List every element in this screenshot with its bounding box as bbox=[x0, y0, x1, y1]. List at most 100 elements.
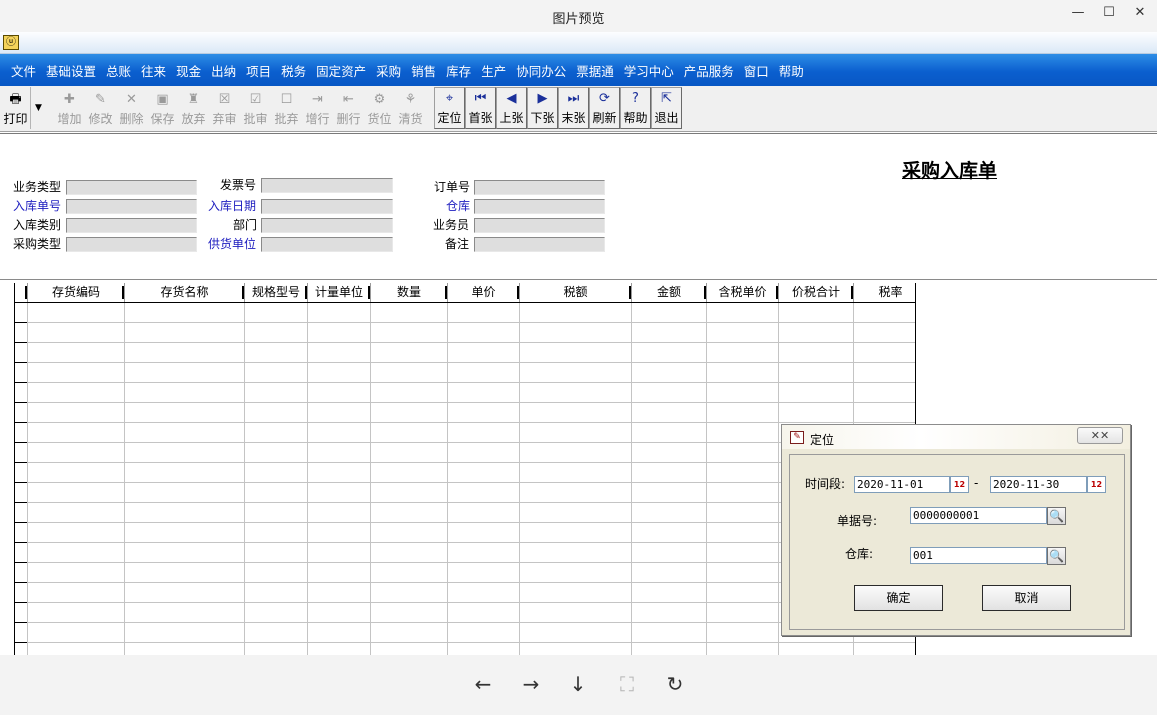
warehouse-field[interactable] bbox=[474, 199, 605, 214]
menu-item[interactable]: 税务 bbox=[281, 61, 306, 80]
table-row[interactable] bbox=[15, 563, 915, 583]
order-no-field[interactable] bbox=[474, 180, 605, 195]
menu-item[interactable]: 帮助 bbox=[779, 61, 804, 80]
toolbar-button[interactable]: ⟳ 刷新 bbox=[589, 87, 620, 129]
grid-column-header[interactable]: 数量 bbox=[371, 283, 448, 302]
maximize-button[interactable]: ☐ bbox=[1094, 4, 1124, 22]
menu-item[interactable]: 文件 bbox=[11, 61, 36, 80]
toolbar-button[interactable]: ☒ 弃审 bbox=[209, 87, 240, 129]
close-button[interactable]: ✕ bbox=[1125, 4, 1155, 22]
table-row[interactable] bbox=[15, 483, 915, 503]
table-row[interactable] bbox=[15, 303, 915, 323]
menu-item[interactable]: 往来 bbox=[141, 61, 166, 80]
invoice-no-field[interactable] bbox=[261, 178, 393, 193]
fit-screen-icon[interactable]: ⛶ bbox=[615, 672, 639, 696]
remark-field[interactable] bbox=[474, 237, 605, 252]
in-date-field[interactable] bbox=[261, 199, 393, 214]
grid-column-header[interactable]: 单价 bbox=[448, 283, 520, 302]
menu-item[interactable]: 票据通 bbox=[576, 61, 614, 80]
menu-item[interactable]: 现金 bbox=[176, 61, 201, 80]
toolbar-button[interactable]: ⏮ 首张 bbox=[465, 87, 496, 129]
table-row[interactable] bbox=[15, 583, 915, 603]
toolbar-button[interactable]: ☐ 批弃 bbox=[271, 87, 302, 129]
in-no-field[interactable] bbox=[66, 199, 197, 214]
doc-no-search-icon[interactable]: 🔍 bbox=[1047, 507, 1066, 525]
toolbar-button[interactable]: ▣ 保存 bbox=[147, 87, 178, 129]
biz-type-field[interactable] bbox=[66, 180, 197, 195]
table-row[interactable] bbox=[15, 643, 915, 655]
toolbar-button[interactable]: ⏭ 末张 bbox=[558, 87, 589, 129]
toolbar-button[interactable]: ✚ 增加 bbox=[54, 87, 85, 129]
toolbar-button[interactable]: ✎ 修改 bbox=[85, 87, 116, 129]
toolbar-button[interactable]: ✕ 删除 bbox=[116, 87, 147, 129]
cancel-button[interactable]: 取消 bbox=[982, 585, 1071, 611]
toolbar-button[interactable]: ⇱ 退出 bbox=[651, 87, 682, 129]
table-row[interactable] bbox=[15, 423, 915, 443]
print-button[interactable]: 🖶 打印 bbox=[1, 87, 30, 129]
minimize-button[interactable]: — bbox=[1063, 4, 1093, 22]
next-arrow-icon[interactable]: → bbox=[519, 672, 543, 696]
toolbar-button[interactable]: ? 帮助 bbox=[620, 87, 651, 129]
menu-item[interactable]: 生产 bbox=[481, 61, 506, 80]
calendar-from-icon[interactable]: 12 bbox=[950, 476, 969, 493]
table-row[interactable] bbox=[15, 463, 915, 483]
dialog-close-button[interactable]: ✕✕ bbox=[1077, 427, 1123, 444]
table-row[interactable] bbox=[15, 403, 915, 423]
menu-item[interactable]: 基础设置 bbox=[46, 61, 96, 80]
toolbar-button[interactable]: ⌖ 定位 bbox=[434, 87, 465, 129]
grid-column-header[interactable]: 规格型号 bbox=[245, 283, 308, 302]
previous-arrow-icon[interactable]: ← bbox=[471, 672, 495, 696]
table-row[interactable] bbox=[15, 543, 915, 563]
toolbar-button[interactable]: ◀ 上张 bbox=[496, 87, 527, 129]
grid-column-header[interactable]: 存货名称 bbox=[125, 283, 245, 302]
grid-column-header[interactable]: 税率 bbox=[854, 283, 915, 302]
grid-column-header[interactable]: 存货编码 bbox=[28, 283, 125, 302]
menu-item[interactable]: 协同办公 bbox=[516, 61, 566, 80]
dept-field[interactable] bbox=[261, 218, 393, 233]
toolbar-button[interactable]: ⚘ 清货 bbox=[395, 87, 426, 129]
menu-item[interactable]: 项目 bbox=[246, 61, 271, 80]
table-row[interactable] bbox=[15, 523, 915, 543]
purchase-type-field[interactable] bbox=[66, 237, 197, 252]
table-row[interactable] bbox=[15, 383, 915, 403]
download-icon[interactable]: ↓ bbox=[566, 672, 590, 696]
menu-item[interactable]: 出纳 bbox=[211, 61, 236, 80]
toolbar-button[interactable]: ⇤ 删行 bbox=[333, 87, 364, 129]
menu-item[interactable]: 学习中心 bbox=[624, 61, 674, 80]
menu-item[interactable]: 窗口 bbox=[744, 61, 769, 80]
grid-column-header[interactable]: 价税合计 bbox=[779, 283, 854, 302]
clerk-field[interactable] bbox=[474, 218, 605, 233]
grid-column-header[interactable]: 金额 bbox=[632, 283, 707, 302]
doc-no-input[interactable]: 0000000001 bbox=[910, 507, 1047, 524]
table-row[interactable] bbox=[15, 363, 915, 383]
warehouse-search-icon[interactable]: 🔍 bbox=[1047, 547, 1066, 565]
toolbar-button[interactable]: ☑ 批审 bbox=[240, 87, 271, 129]
menu-item[interactable]: 产品服务 bbox=[684, 61, 734, 80]
toolbar-button[interactable]: ⇥ 增行 bbox=[302, 87, 333, 129]
ok-button[interactable]: 确定 bbox=[854, 585, 943, 611]
table-row[interactable] bbox=[15, 323, 915, 343]
table-row[interactable] bbox=[15, 343, 915, 363]
table-row[interactable] bbox=[15, 443, 915, 463]
calendar-to-icon[interactable]: 12 bbox=[1087, 476, 1106, 493]
grid-column-header[interactable]: 含税单价 bbox=[707, 283, 779, 302]
toolbar-button[interactable]: ♜ 放弃 bbox=[178, 87, 209, 129]
table-row[interactable] bbox=[15, 603, 915, 623]
table-row[interactable] bbox=[15, 623, 915, 643]
grid-column-header[interactable]: 计量单位 bbox=[308, 283, 371, 302]
supplier-field[interactable] bbox=[261, 237, 393, 252]
grid-column-header[interactable]: 税额 bbox=[520, 283, 632, 302]
table-row[interactable] bbox=[15, 503, 915, 523]
rotate-icon[interactable]: ↻ bbox=[663, 672, 687, 696]
menu-item[interactable]: 固定资产 bbox=[316, 61, 366, 80]
warehouse-input[interactable]: 001 bbox=[910, 547, 1047, 564]
date-from-input[interactable]: 2020-11-01 bbox=[854, 476, 950, 493]
date-to-input[interactable]: 2020-11-30 bbox=[990, 476, 1087, 493]
menu-item[interactable]: 库存 bbox=[446, 61, 471, 80]
print-dropdown-button[interactable]: ▼ bbox=[30, 87, 46, 129]
menu-item[interactable]: 销售 bbox=[411, 61, 436, 80]
menu-item[interactable]: 总账 bbox=[106, 61, 131, 80]
menu-item[interactable]: 采购 bbox=[376, 61, 401, 80]
in-type-field[interactable] bbox=[66, 218, 197, 233]
toolbar-button[interactable]: ▶ 下张 bbox=[527, 87, 558, 129]
